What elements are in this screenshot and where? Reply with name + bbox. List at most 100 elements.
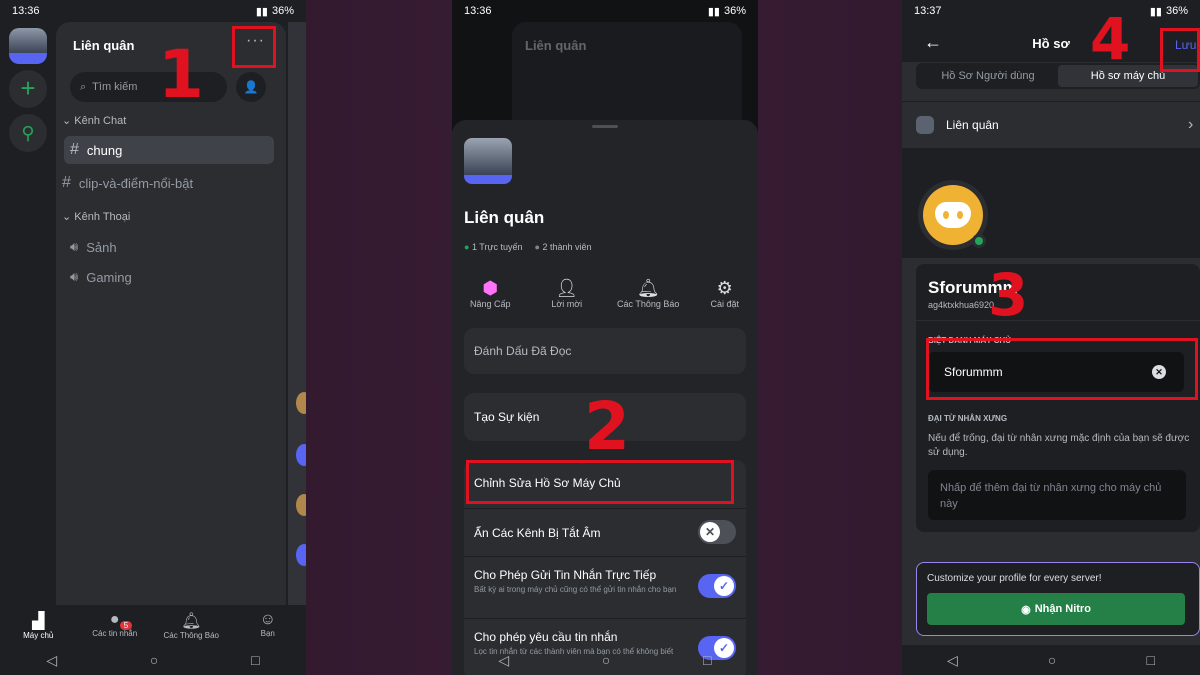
highlight-nickname bbox=[926, 338, 1198, 400]
voice-channel-gaming[interactable]: 🔊︎ Gaming bbox=[70, 269, 132, 285]
status-bar: 13:37 ▮▮ 36% bbox=[902, 0, 1200, 22]
nitro-promo-card: Customize your profile for every server!… bbox=[916, 562, 1200, 636]
add-server-button[interactable]: + bbox=[9, 70, 47, 108]
username: ag4ktxkhua6920 bbox=[928, 300, 995, 310]
server-icon-lien-quan[interactable] bbox=[9, 28, 47, 64]
add-member-button[interactable]: 👤 bbox=[236, 72, 266, 102]
create-event-label: Tạo Sự kiện bbox=[474, 410, 540, 424]
sheet-server-name: Liên quân bbox=[464, 208, 545, 227]
tab-label: Các tin nhắn bbox=[92, 629, 138, 638]
hide-muted-toggle[interactable]: ✕ bbox=[698, 520, 736, 544]
battery-level: 36% bbox=[723, 5, 746, 17]
channel-label: Sảnh bbox=[86, 239, 117, 255]
highlight-edit-profile bbox=[466, 460, 734, 504]
signal-icon: ▮▮ bbox=[1149, 5, 1162, 18]
server-selector[interactable]: Liên quân › bbox=[902, 101, 1200, 147]
channel-label: clip-và-điểm-nổi-bật bbox=[78, 175, 194, 191]
android-nav-bar: ◁ ○ □ bbox=[452, 645, 758, 675]
tab-user-profile[interactable]: Hồ Sơ Người dùng bbox=[918, 65, 1058, 87]
invite-button[interactable]: 👤︎ Lời mời bbox=[532, 278, 602, 309]
search-placeholder: Tìm kiếm bbox=[92, 81, 138, 93]
allow-dm-toggle[interactable]: ✓ bbox=[698, 574, 736, 598]
pronoun-label: ĐẠI TỪ NHÂN XƯNG bbox=[928, 414, 1008, 423]
server-thumbnail bbox=[916, 115, 934, 134]
server-thumbnail bbox=[464, 138, 512, 184]
online-count: 1 Trực tuyến bbox=[471, 242, 523, 252]
step-number-1: 1 bbox=[158, 36, 204, 113]
dim-server-title: Liên quân bbox=[525, 38, 587, 53]
allow-dm-desc: Bất kỳ ai trong máy chủ cũng có thể gửi … bbox=[474, 585, 677, 594]
pronoun-desc: Nếu để trống, đại từ nhân xưng mặc định … bbox=[928, 433, 1190, 458]
member-count: 2 thành viên bbox=[542, 242, 592, 252]
profile-tabs: Hồ Sơ Người dùng Hồ sơ máy chủ bbox=[916, 63, 1200, 89]
category-voice[interactable]: ⌄ Kênh Thoại bbox=[62, 210, 130, 223]
page-title: Hồ sơ bbox=[1032, 36, 1070, 51]
home-icon[interactable]: ○ bbox=[1048, 652, 1056, 668]
plus-icon: + bbox=[20, 73, 36, 103]
server-name: Liên quân bbox=[946, 117, 999, 132]
phone-1: 13:36 ▮▮ 36% + ⚲ Liên quân ··· ⌕ Tìm kiếm… bbox=[0, 0, 306, 675]
back-icon[interactable]: ◁ bbox=[947, 652, 958, 669]
hash-icon: # bbox=[62, 174, 71, 191]
nitro-promo-text: Customize your profile for every server! bbox=[927, 573, 1102, 584]
hash-icon: # bbox=[70, 141, 79, 158]
category-chat[interactable]: ⌄ Kênh Chat bbox=[62, 114, 126, 127]
action-label: Cài đặt bbox=[710, 299, 740, 309]
x-icon: ✕ bbox=[700, 522, 720, 542]
hierarchy-icon: ⚲ bbox=[21, 123, 35, 143]
profile-header: ← Hồ sơ Lưu bbox=[902, 22, 1200, 62]
drag-handle[interactable] bbox=[592, 125, 618, 128]
pronoun-input[interactable]: Nhấp để thêm đại từ nhân xưng cho máy ch… bbox=[928, 470, 1186, 520]
tab-messages[interactable]: ● 5 Các tin nhắn bbox=[80, 605, 150, 650]
channel-clip[interactable]: # clip-và-điểm-nổi-bật bbox=[62, 174, 193, 192]
phone-3: 13:37 ▮▮ 36% ← Hồ sơ Lưu Hồ Sơ Người dùng… bbox=[902, 0, 1200, 675]
channel-label: Gaming bbox=[86, 269, 132, 285]
settings-button[interactable]: ⚙ Cài đặt bbox=[695, 278, 755, 309]
get-nitro-button[interactable]: ◉ Nhận Nitro bbox=[927, 593, 1185, 625]
home-icon[interactable]: ○ bbox=[602, 652, 610, 668]
recents-icon[interactable]: □ bbox=[703, 652, 711, 668]
back-icon[interactable]: ◁ bbox=[498, 652, 509, 669]
speaker-icon: 🔊︎ bbox=[70, 269, 79, 284]
speaker-icon: 🔊︎ bbox=[70, 239, 79, 254]
tab-you[interactable]: ☺ Bạn bbox=[233, 605, 303, 650]
highlight-save bbox=[1160, 28, 1200, 72]
back-icon[interactable]: ◁ bbox=[46, 652, 57, 669]
notifications-button[interactable]: 🔔︎ Các Thông Báo bbox=[608, 278, 688, 309]
add-user-icon: 👤︎ bbox=[555, 278, 579, 298]
channel-chung[interactable]: # chung bbox=[64, 136, 274, 164]
phone-2: 13:36 ▮▮ 36% Liên quân Liên quân ● 1 Trực… bbox=[452, 0, 758, 675]
step-number-4: 4 bbox=[1090, 5, 1131, 73]
avatar[interactable] bbox=[918, 180, 988, 250]
gear-icon: ⚙ bbox=[716, 278, 733, 298]
tab-label: Máy chủ bbox=[23, 631, 54, 640]
member-dot-icon: ● bbox=[534, 242, 540, 252]
clock: 13:37 bbox=[914, 5, 942, 17]
tab-notifications[interactable]: 🔔︎ Các Thông Báo bbox=[156, 605, 226, 650]
status-bar: 13:36 ▮▮ 36% bbox=[452, 0, 758, 22]
chevron-right-icon: › bbox=[1188, 115, 1194, 133]
battery-level: 36% bbox=[1165, 5, 1188, 17]
recents-icon[interactable]: □ bbox=[251, 652, 259, 668]
allow-requests-label: Cho phép yêu cầu tin nhắn bbox=[474, 630, 618, 644]
mark-read-button[interactable]: Đánh Dấu Đã Đọc bbox=[464, 328, 746, 374]
home-icon[interactable]: ○ bbox=[150, 652, 158, 668]
recents-icon[interactable]: □ bbox=[1146, 652, 1154, 668]
step-number-2: 2 bbox=[584, 388, 630, 465]
highlight-more-options bbox=[232, 26, 276, 68]
category-label: Kênh Chat bbox=[74, 115, 127, 127]
voice-channel-sanh[interactable]: 🔊︎ Sảnh bbox=[70, 239, 117, 255]
action-label: Lời mời bbox=[551, 299, 583, 309]
boost-button[interactable]: ⬢ Nâng Cấp bbox=[455, 278, 525, 309]
server-title[interactable]: Liên quân bbox=[73, 38, 134, 53]
step-number-3: 3 bbox=[988, 261, 1029, 329]
tab-label: Các Thông Báo bbox=[163, 631, 219, 640]
quick-actions: ⬢ Nâng Cấp 👤︎ Lời mời 🔔︎ Các Thông Báo ⚙ Cài… bbox=[452, 278, 758, 309]
tab-servers[interactable]: ▟ Máy chủ bbox=[3, 605, 73, 650]
explore-servers-button[interactable]: ⚲ bbox=[9, 114, 47, 152]
get-nitro-label: Nhận Nitro bbox=[1034, 603, 1091, 615]
messages-icon: ● bbox=[109, 611, 120, 628]
avatar-icon: ☺ bbox=[259, 611, 276, 628]
servers-icon: ▟ bbox=[32, 613, 45, 630]
allow-dm-label: Cho Phép Gửi Tin Nhắn Trực Tiếp bbox=[474, 568, 657, 582]
